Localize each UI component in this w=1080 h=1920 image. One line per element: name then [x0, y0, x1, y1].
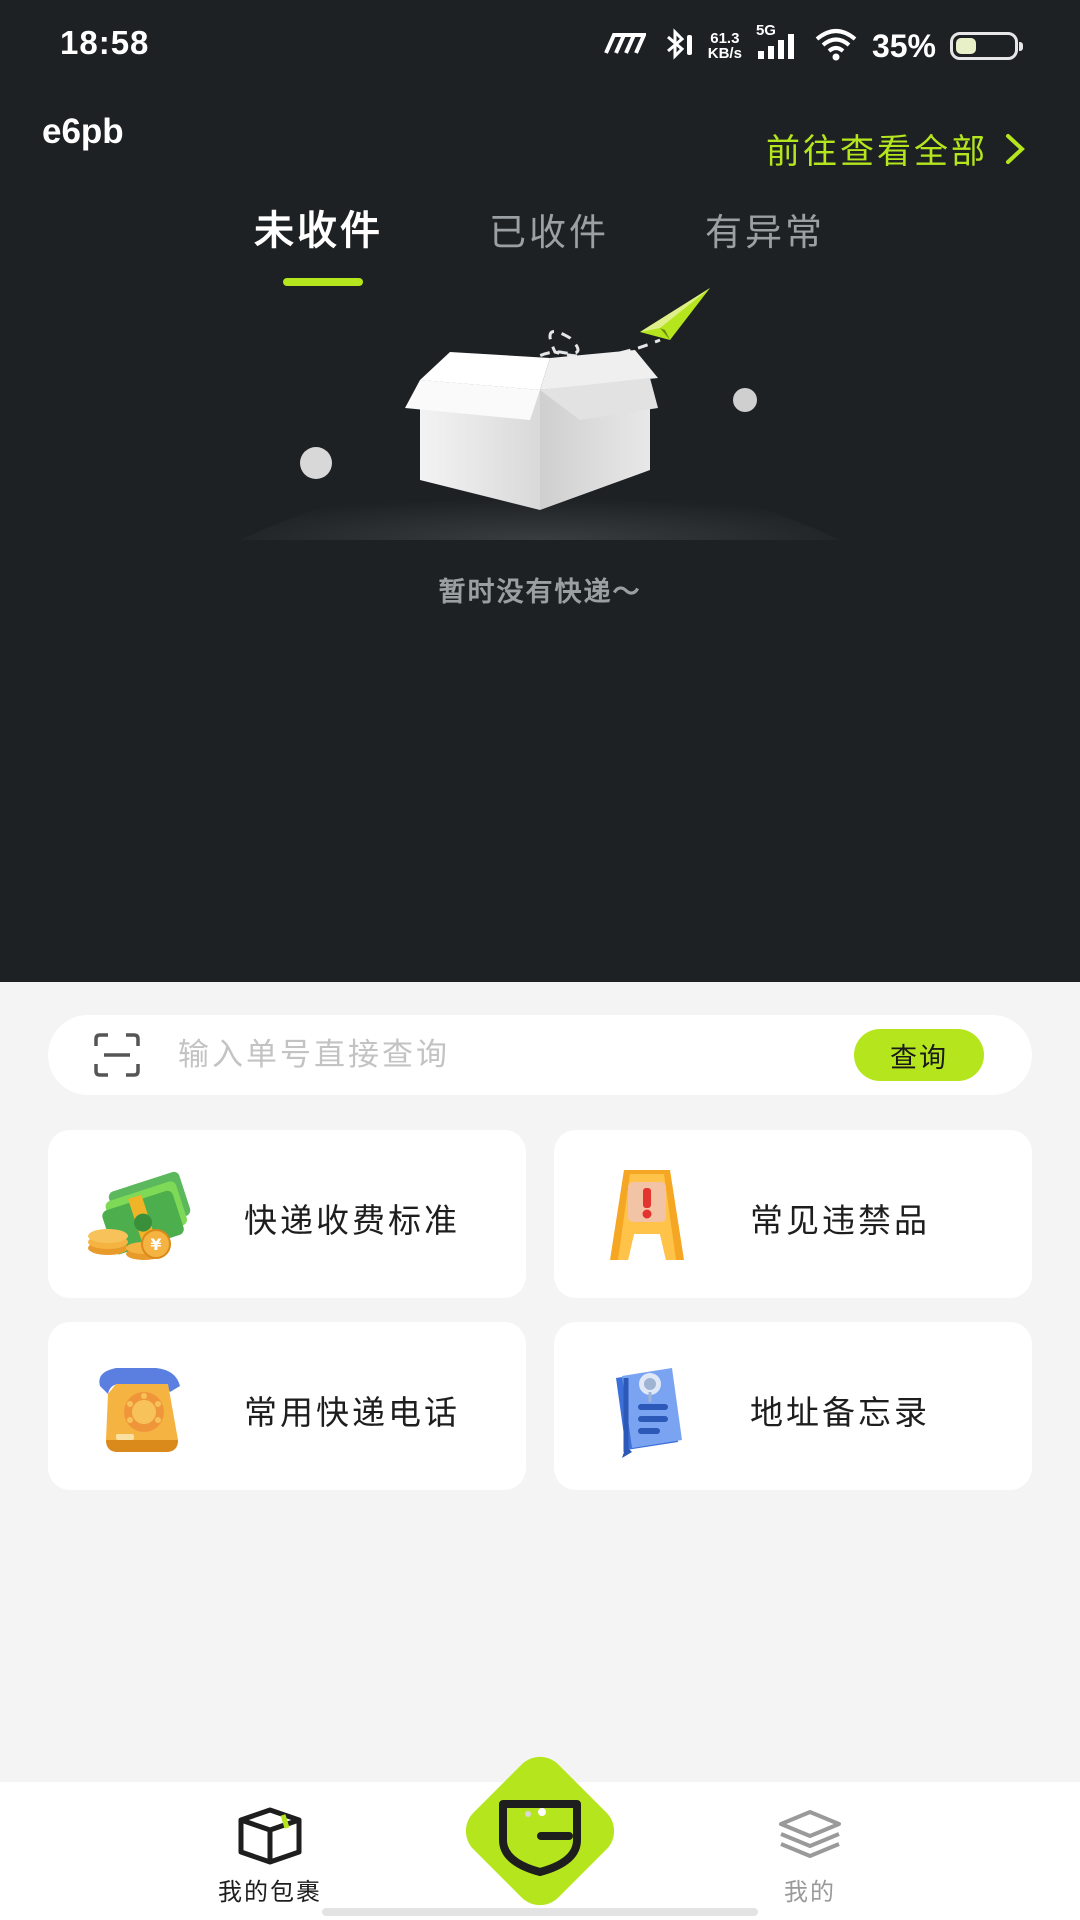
- net-speed-unit: KB/s: [707, 45, 742, 62]
- nav-item-my-packages[interactable]: 我的包裹: [180, 1782, 360, 1906]
- carrier-logo-icon: [602, 33, 647, 59]
- net-speed-value: 61.3: [710, 30, 740, 47]
- warning-sign-icon: [610, 1170, 684, 1260]
- tracking-number-input[interactable]: [178, 1029, 858, 1081]
- view-all-label: 前往查看全部: [766, 132, 988, 172]
- view-all-link[interactable]: 前往查看全部: [766, 124, 1028, 173]
- svg-text:¥: ¥: [150, 1235, 161, 1254]
- status-bar: 18:58 61.3 KB/s 5G 35%: [0, 0, 1080, 92]
- service-label: 常用快递电话: [244, 1393, 460, 1432]
- home-indicator: [322, 1908, 758, 1916]
- service-label: 地址备忘录: [750, 1393, 930, 1432]
- center-home-button[interactable]: [445, 1756, 635, 1906]
- scan-icon[interactable]: [94, 1033, 140, 1077]
- service-card-prohibited-items[interactable]: 常见违禁品: [554, 1130, 1032, 1298]
- battery-percent: 35%: [871, 27, 936, 64]
- service-label: 快递收费标准: [244, 1201, 460, 1240]
- package-box-icon: [238, 1807, 302, 1865]
- telephone-icon: [99, 1368, 180, 1452]
- money-coins-icon: ¥: [88, 1171, 191, 1260]
- empty-state-message: 暂时没有快递～: [438, 577, 642, 608]
- nav-label: 我的包裹: [218, 1878, 322, 1906]
- tab-unreceived[interactable]: 未收件: [254, 198, 383, 256]
- package-tabs: 未收件 已收件 有异常: [0, 198, 1080, 288]
- brand-label: e6pb: [42, 112, 124, 151]
- tab-received[interactable]: 已收件: [489, 202, 609, 256]
- query-button[interactable]: 查询: [854, 1029, 984, 1081]
- status-time: 18:58: [60, 24, 150, 61]
- empty-box-illustration: [240, 288, 840, 540]
- service-label: 常见违禁品: [750, 1201, 930, 1240]
- tab-exception[interactable]: 有异常: [705, 202, 825, 256]
- layers-icon: [779, 1810, 841, 1858]
- address-book-icon: [616, 1368, 682, 1458]
- header-panel: 18:58 61.3 KB/s 5G 35% e6pb 前往查看全部 未收件 已…: [0, 0, 1080, 982]
- bluetooth-icon: [660, 27, 694, 65]
- nav-label: 我的: [784, 1878, 836, 1906]
- chevron-right-icon: [1006, 133, 1025, 164]
- tracking-search-bar: 查询: [48, 1015, 1032, 1095]
- service-card-courier-phones[interactable]: 常用快递电话: [48, 1322, 526, 1490]
- cellular-signal-icon: 5G: [756, 23, 800, 65]
- service-card-address-memo[interactable]: 地址备忘录: [554, 1322, 1032, 1490]
- net-speed: 61.3 KB/s: [708, 31, 742, 61]
- battery-icon: [950, 32, 1023, 60]
- wifi-icon: [814, 27, 858, 65]
- status-icons: 61.3 KB/s 5G 35%: [602, 23, 1023, 66]
- nav-item-mine[interactable]: 我的: [720, 1782, 900, 1906]
- network-type: 5G: [755, 22, 776, 39]
- service-card-fee-standard[interactable]: ¥ 快递收费标准: [48, 1130, 526, 1298]
